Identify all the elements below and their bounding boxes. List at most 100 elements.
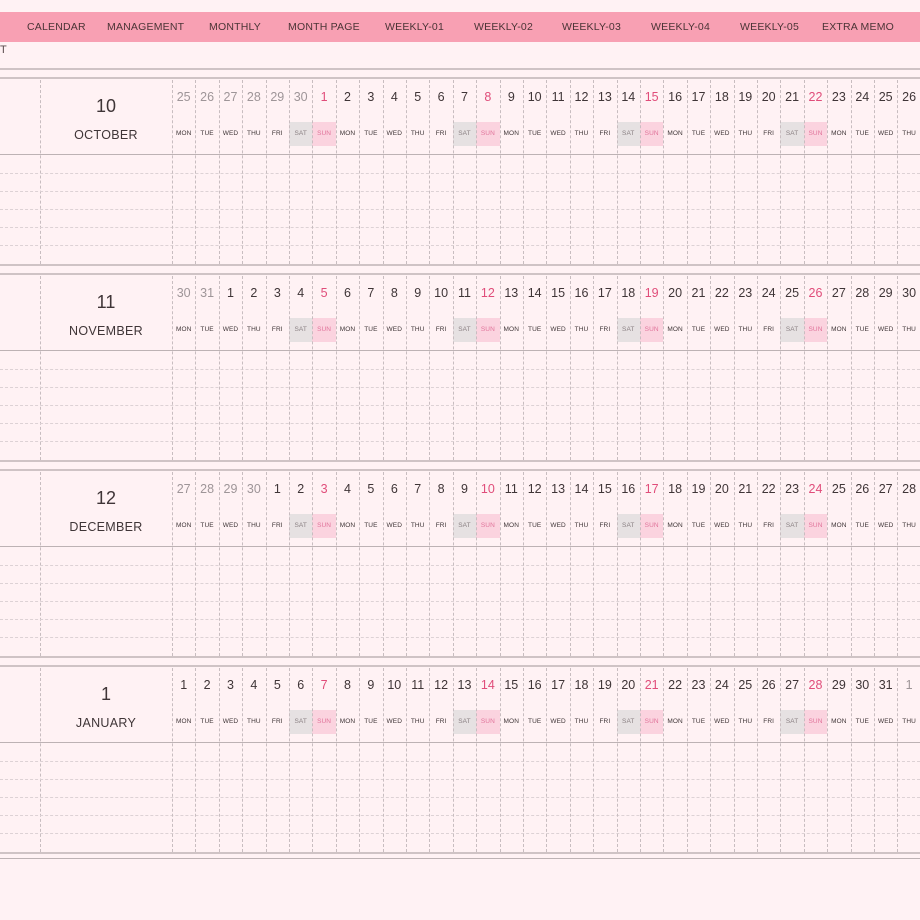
day-number[interactable]: 7 bbox=[312, 678, 335, 692]
day-number[interactable]: 27 bbox=[219, 90, 242, 104]
day-memo-cell[interactable] bbox=[266, 548, 289, 655]
day-number[interactable]: 17 bbox=[687, 90, 710, 104]
day-number[interactable]: 8 bbox=[476, 90, 499, 104]
day-memo-cell[interactable] bbox=[219, 352, 242, 459]
day-number[interactable]: 9 bbox=[500, 90, 523, 104]
day-memo-cell[interactable] bbox=[336, 156, 359, 263]
day-number[interactable]: 30 bbox=[851, 678, 874, 692]
day-memo-cell[interactable] bbox=[663, 744, 686, 851]
day-memo-cell[interactable] bbox=[617, 156, 640, 263]
day-number[interactable]: 20 bbox=[710, 482, 733, 496]
day-number[interactable]: 31 bbox=[874, 678, 897, 692]
day-number[interactable]: 25 bbox=[172, 90, 195, 104]
day-memo-cell[interactable] bbox=[780, 548, 803, 655]
day-number[interactable]: 20 bbox=[663, 286, 686, 300]
day-memo-cell[interactable] bbox=[406, 352, 429, 459]
day-number[interactable]: 25 bbox=[827, 482, 850, 496]
day-number[interactable]: 25 bbox=[734, 678, 757, 692]
day-memo-cell[interactable] bbox=[383, 156, 406, 263]
day-memo-cell[interactable] bbox=[523, 352, 546, 459]
day-memo-cell[interactable] bbox=[687, 352, 710, 459]
day-number[interactable]: 21 bbox=[780, 90, 803, 104]
day-memo-cell[interactable] bbox=[897, 744, 920, 851]
day-memo-cell[interactable] bbox=[336, 548, 359, 655]
day-memo-cell[interactable] bbox=[851, 548, 874, 655]
day-number[interactable]: 3 bbox=[359, 90, 382, 104]
day-memo-cell[interactable] bbox=[266, 744, 289, 851]
tab-calendar[interactable]: CALENDAR bbox=[27, 12, 86, 42]
day-number[interactable]: 10 bbox=[523, 90, 546, 104]
day-number[interactable]: 6 bbox=[289, 678, 312, 692]
tab-weekly-04[interactable]: WEEKLY-04 bbox=[651, 12, 710, 42]
tab-weekly-01[interactable]: WEEKLY-01 bbox=[385, 12, 444, 42]
day-memo-cell[interactable] bbox=[851, 744, 874, 851]
day-number[interactable]: 23 bbox=[780, 482, 803, 496]
day-memo-cell[interactable] bbox=[453, 548, 476, 655]
day-number[interactable]: 4 bbox=[383, 90, 406, 104]
day-number[interactable]: 8 bbox=[429, 482, 452, 496]
day-memo-cell[interactable] bbox=[710, 352, 733, 459]
day-number[interactable]: 26 bbox=[897, 90, 920, 104]
day-memo-cell[interactable] bbox=[734, 156, 757, 263]
day-number[interactable]: 5 bbox=[312, 286, 335, 300]
day-number[interactable]: 6 bbox=[336, 286, 359, 300]
day-memo-cell[interactable] bbox=[710, 548, 733, 655]
day-number[interactable]: 26 bbox=[851, 482, 874, 496]
day-number[interactable]: 12 bbox=[476, 286, 499, 300]
day-memo-cell[interactable] bbox=[780, 156, 803, 263]
day-number[interactable]: 4 bbox=[289, 286, 312, 300]
day-memo-cell[interactable] bbox=[804, 156, 827, 263]
day-memo-cell[interactable] bbox=[219, 744, 242, 851]
day-memo-cell[interactable] bbox=[429, 744, 452, 851]
day-number[interactable]: 26 bbox=[195, 90, 218, 104]
day-memo-cell[interactable] bbox=[663, 548, 686, 655]
day-memo-cell[interactable] bbox=[804, 548, 827, 655]
day-memo-cell[interactable] bbox=[500, 744, 523, 851]
tab-extra-memo[interactable]: EXTRA MEMO bbox=[822, 12, 894, 42]
day-number[interactable]: 17 bbox=[593, 286, 616, 300]
day-number[interactable]: 23 bbox=[687, 678, 710, 692]
day-number[interactable]: 15 bbox=[500, 678, 523, 692]
day-memo-cell[interactable] bbox=[406, 548, 429, 655]
day-number[interactable]: 19 bbox=[640, 286, 663, 300]
day-number[interactable]: 4 bbox=[336, 482, 359, 496]
day-number[interactable]: 16 bbox=[523, 678, 546, 692]
day-memo-cell[interactable] bbox=[546, 156, 569, 263]
day-memo-cell[interactable] bbox=[827, 548, 850, 655]
day-number[interactable]: 30 bbox=[289, 90, 312, 104]
day-memo-cell[interactable] bbox=[640, 352, 663, 459]
day-number[interactable]: 10 bbox=[476, 482, 499, 496]
day-number[interactable]: 16 bbox=[617, 482, 640, 496]
day-memo-cell[interactable] bbox=[195, 548, 218, 655]
day-number[interactable]: 4 bbox=[242, 678, 265, 692]
day-number[interactable]: 14 bbox=[617, 90, 640, 104]
day-memo-cell[interactable] bbox=[734, 744, 757, 851]
day-memo-cell[interactable] bbox=[757, 548, 780, 655]
day-memo-cell[interactable] bbox=[359, 352, 382, 459]
day-number[interactable]: 9 bbox=[453, 482, 476, 496]
day-memo-cell[interactable] bbox=[570, 548, 593, 655]
day-number[interactable]: 2 bbox=[242, 286, 265, 300]
day-number[interactable]: 1 bbox=[172, 678, 195, 692]
day-number[interactable]: 27 bbox=[874, 482, 897, 496]
day-memo-cell[interactable] bbox=[617, 352, 640, 459]
day-memo-cell[interactable] bbox=[195, 744, 218, 851]
day-number[interactable]: 11 bbox=[453, 286, 476, 300]
day-number[interactable]: 28 bbox=[897, 482, 920, 496]
day-number[interactable]: 15 bbox=[640, 90, 663, 104]
day-number[interactable]: 23 bbox=[734, 286, 757, 300]
day-memo-cell[interactable] bbox=[429, 548, 452, 655]
day-number[interactable]: 22 bbox=[710, 286, 733, 300]
day-memo-cell[interactable] bbox=[406, 156, 429, 263]
day-memo-cell[interactable] bbox=[242, 352, 265, 459]
day-number[interactable]: 17 bbox=[546, 678, 569, 692]
day-number[interactable]: 14 bbox=[570, 482, 593, 496]
day-memo-cell[interactable] bbox=[827, 744, 850, 851]
day-memo-cell[interactable] bbox=[500, 352, 523, 459]
day-memo-cell[interactable] bbox=[593, 156, 616, 263]
day-number[interactable]: 7 bbox=[359, 286, 382, 300]
day-number[interactable]: 7 bbox=[406, 482, 429, 496]
day-memo-cell[interactable] bbox=[687, 156, 710, 263]
day-memo-cell[interactable] bbox=[336, 352, 359, 459]
day-number[interactable]: 13 bbox=[593, 90, 616, 104]
